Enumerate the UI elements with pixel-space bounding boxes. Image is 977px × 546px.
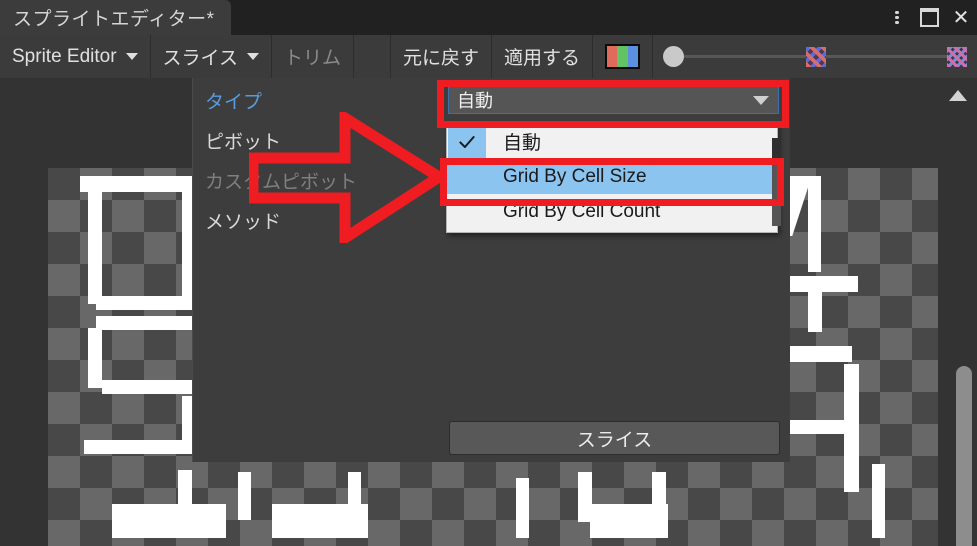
sprite-shape bbox=[84, 440, 196, 454]
toolbar-spacer bbox=[354, 35, 391, 78]
sprite-shape bbox=[272, 504, 368, 538]
dropdown-option-auto[interactable]: 自動 bbox=[447, 124, 777, 159]
trim-button-label: トリム bbox=[283, 48, 341, 69]
window-tab-label: スプライトエディター* bbox=[13, 9, 215, 30]
rgb-channels-icon[interactable] bbox=[593, 35, 654, 78]
sprite-shape bbox=[112, 504, 226, 538]
undo-button-label: 元に戻す bbox=[403, 48, 480, 69]
sprite-shape bbox=[88, 328, 102, 388]
red-arrow-annotation bbox=[249, 112, 445, 243]
undo-button[interactable]: 元に戻す bbox=[391, 35, 493, 78]
sprite-shape bbox=[96, 296, 196, 310]
apply-button[interactable]: 適用する bbox=[492, 35, 594, 78]
kebab-menu-icon[interactable] bbox=[881, 0, 913, 35]
sprite-editor-menu-button[interactable]: Sprite Editor bbox=[0, 35, 151, 78]
sprite-editor-menu-label: Sprite Editor bbox=[12, 45, 117, 67]
checkmark-icon bbox=[448, 125, 486, 158]
highlight-box-grid-by-cell-size bbox=[440, 158, 784, 206]
checker-alpha-icon[interactable] bbox=[805, 46, 826, 67]
sprite-shape bbox=[102, 380, 192, 394]
sprite-shape bbox=[96, 316, 196, 330]
sprite-shape bbox=[590, 504, 668, 538]
sprite-shape bbox=[88, 188, 102, 304]
triangle-up-icon[interactable] bbox=[949, 90, 967, 101]
chevron-down-icon bbox=[125, 53, 138, 60]
panel-row-label: タイプ bbox=[205, 91, 263, 113]
checker-alpha-icon-2[interactable] bbox=[947, 46, 967, 67]
sprite-shape bbox=[808, 176, 821, 272]
apply-button-label: 適用する bbox=[504, 48, 581, 69]
title-bar: スプライトエディター* ✕ bbox=[0, 0, 977, 35]
sprite-shape bbox=[808, 292, 822, 332]
chevron-down-icon bbox=[246, 53, 259, 60]
maximize-icon[interactable] bbox=[913, 0, 945, 35]
trim-button[interactable]: トリム bbox=[272, 35, 354, 78]
toolbar: Sprite Editor スライス トリム 元に戻す 適用する bbox=[0, 35, 977, 78]
sprite-shape bbox=[238, 472, 251, 520]
slider-knob[interactable] bbox=[663, 46, 685, 67]
scrollbar-thumb[interactable] bbox=[956, 366, 972, 546]
window-tab-sprite-editor[interactable]: スプライトエディター* bbox=[0, 0, 231, 35]
slice-menu-button[interactable]: スライス bbox=[151, 35, 272, 78]
slice-menu-label: スライス bbox=[162, 48, 238, 69]
window-controls: ✕ bbox=[881, 0, 977, 35]
slider-track-2[interactable] bbox=[825, 55, 947, 58]
slider-track[interactable] bbox=[684, 55, 806, 58]
slice-button-label: スライス bbox=[576, 429, 653, 451]
sprite-shape bbox=[516, 478, 529, 538]
sprite-shape bbox=[872, 464, 885, 538]
close-icon[interactable]: ✕ bbox=[945, 0, 977, 35]
highlight-box-type-field bbox=[437, 80, 789, 128]
alpha-zoom-slider[interactable] bbox=[653, 35, 977, 78]
sprite-editor-window: スプライトエディター* ✕ Sprite Editor スライス トリム 元に戻… bbox=[0, 0, 977, 546]
slice-button[interactable]: スライス bbox=[449, 421, 780, 455]
